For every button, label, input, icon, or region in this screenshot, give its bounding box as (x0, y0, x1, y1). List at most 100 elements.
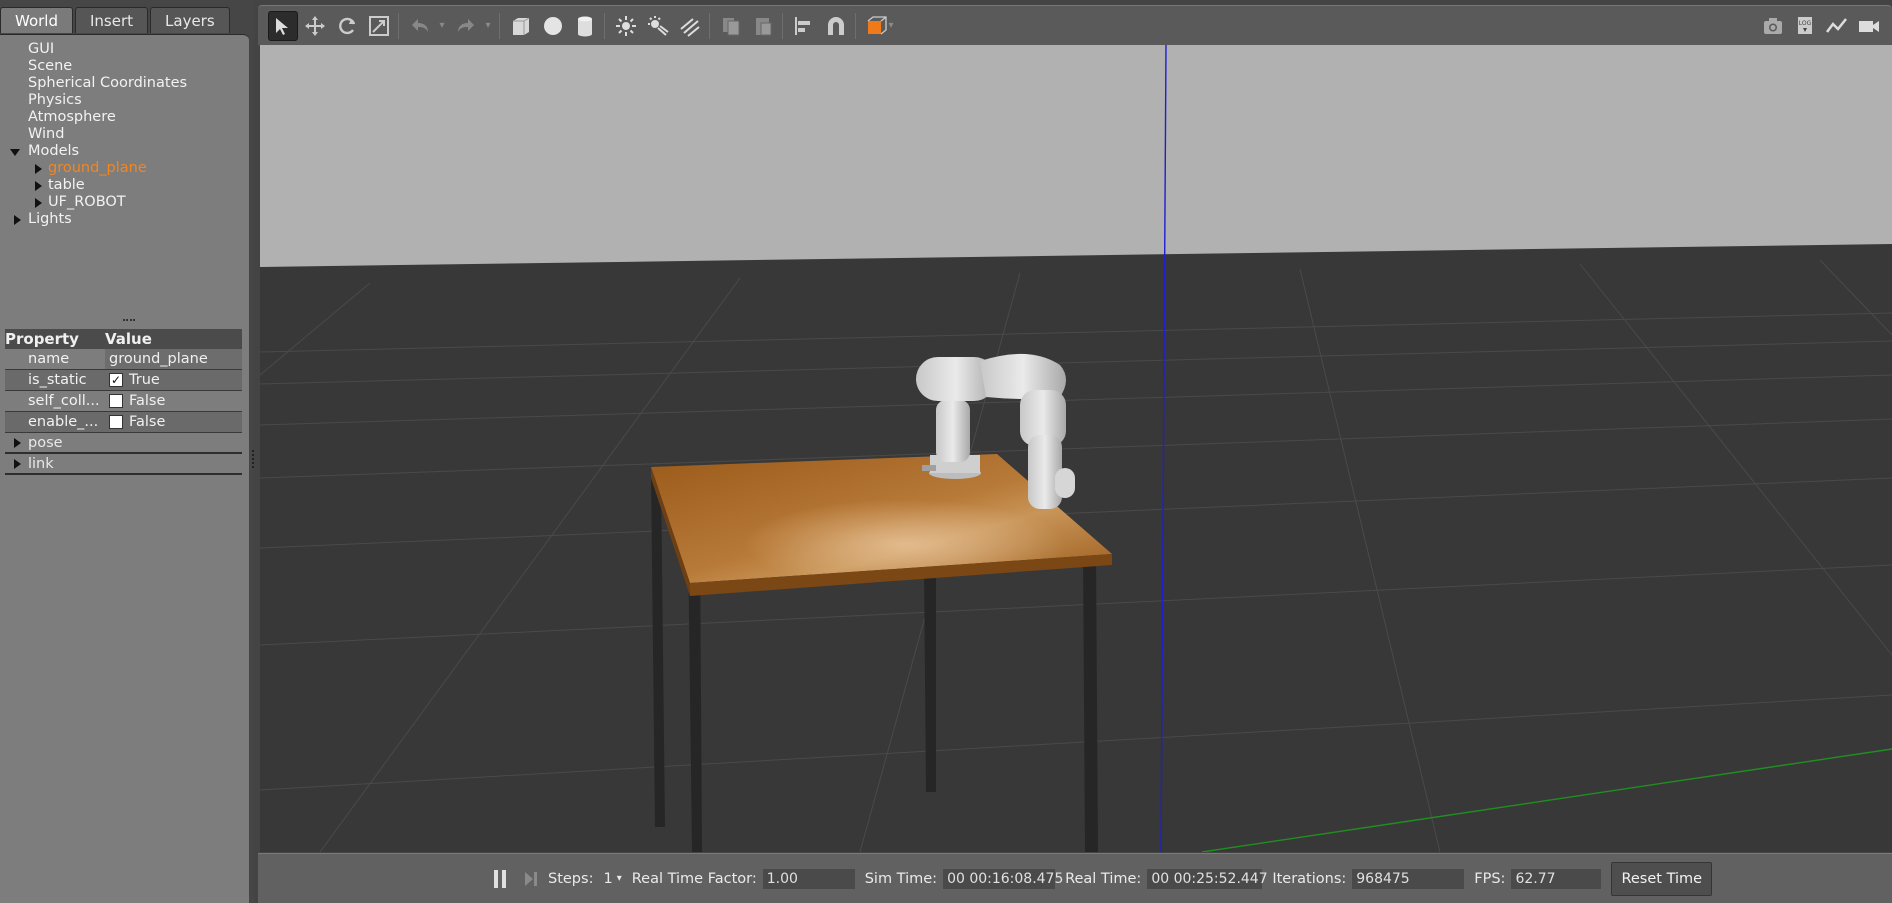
property-name: is_static (5, 370, 105, 390)
video-record-icon[interactable] (1854, 11, 1884, 41)
property-value-text: False (129, 393, 166, 409)
point-light-icon[interactable] (611, 11, 641, 41)
undo-icon[interactable] (405, 11, 435, 41)
chevron-down-icon[interactable]: ▾ (481, 20, 495, 31)
property-value: False (105, 412, 242, 432)
property-value[interactable]: ground_plane (105, 349, 242, 369)
property-value: False (105, 391, 242, 411)
copy-icon[interactable] (716, 11, 746, 41)
3d-viewport[interactable] (260, 45, 1892, 852)
sim-time-label: Sim Time: (864, 870, 938, 887)
left-panel: World Insert Layers GUI Scene Spherical … (0, 0, 254, 903)
header-property: Property (5, 330, 79, 348)
expand-right-icon[interactable] (14, 438, 21, 448)
checkbox-unchecked[interactable] (109, 415, 123, 429)
property-row-self-collide: self_coll... False (5, 391, 242, 412)
tree-item-uf-robot[interactable]: UF_ROBOT (48, 194, 126, 211)
property-row-is-static: is_static ✓ True (5, 370, 242, 391)
tree-item-physics[interactable]: Physics (28, 92, 82, 109)
directional-light-icon[interactable] (675, 11, 705, 41)
tree-item-lights[interactable]: Lights (28, 211, 72, 228)
chevron-down-icon[interactable]: ▾ (435, 20, 449, 31)
expand-right-icon[interactable] (35, 198, 42, 208)
chevron-down-icon[interactable]: ▾ (884, 20, 898, 31)
align-icon[interactable] (789, 11, 819, 41)
toolbar-separator (709, 12, 710, 39)
property-row-name: name ground_plane (5, 349, 242, 370)
steps-value[interactable]: 1 (603, 871, 612, 887)
tree-item-table[interactable]: table (48, 177, 85, 194)
property-table: Property Value name ground_plane is_stat… (5, 329, 242, 475)
redo-icon[interactable] (451, 11, 481, 41)
log-icon[interactable]: LOG (1790, 11, 1820, 41)
expand-right-icon[interactable] (14, 215, 21, 225)
chevron-down-icon[interactable]: ▾ (617, 873, 622, 884)
simulation-status-bar: Steps: 1 ▾ Real Time Factor: 1.00 Sim Ti… (258, 853, 1892, 903)
scene-render (260, 45, 1892, 852)
sim-time-value: 00 00:16:08.475 (943, 868, 1063, 889)
panel-resize-handle[interactable] (252, 450, 256, 468)
tree-item-wind[interactable]: Wind (28, 126, 64, 143)
property-name: self_coll... (5, 391, 105, 411)
tab-layers[interactable]: Layers (150, 7, 230, 33)
steps-label: Steps: (548, 870, 594, 887)
tree-item-ground-plane[interactable]: ground_plane (48, 160, 147, 177)
fps-value: 62.77 (1511, 868, 1602, 889)
property-row-enable-wind: enable_... False (5, 412, 242, 433)
iterations-label: Iterations: (1272, 870, 1347, 887)
iterations-value: 968475 (1352, 868, 1465, 889)
step-forward-icon[interactable] (524, 870, 538, 888)
expand-down-icon[interactable] (10, 149, 20, 156)
real-time-value: 00 00:25:52.447 (1147, 868, 1268, 889)
sphere-icon[interactable] (538, 11, 568, 41)
expand-right-icon[interactable] (35, 181, 42, 191)
screenshot-camera-icon[interactable] (1758, 11, 1788, 41)
fps-label: FPS: (1474, 870, 1506, 887)
property-value-text: False (129, 414, 166, 430)
property-name: name (5, 349, 105, 369)
property-table-header: Property Value (5, 329, 242, 349)
cylinder-icon[interactable] (570, 11, 600, 41)
property-group-label: link (28, 456, 54, 472)
tree-item-atmosphere[interactable]: Atmosphere (28, 109, 116, 126)
toolbar-right-group: LOG (1756, 11, 1884, 41)
plot-icon[interactable] (1822, 11, 1852, 41)
scale-icon[interactable] (364, 11, 394, 41)
tree-item-models[interactable]: Models (28, 143, 79, 160)
tab-world[interactable]: World (0, 7, 73, 33)
toolbar-separator (604, 12, 605, 39)
real-time-factor-label: Real Time Factor: (631, 870, 757, 887)
toolbar-separator (499, 12, 500, 39)
snap-magnet-icon[interactable] (821, 11, 851, 41)
toolbar-separator (782, 12, 783, 39)
tree-item-spherical-coordinates[interactable]: Spherical Coordinates (28, 75, 187, 92)
tab-insert[interactable]: Insert (75, 7, 149, 33)
header-value: Value (105, 330, 152, 348)
splitter-handle[interactable] (123, 319, 135, 321)
property-group-label: pose (28, 435, 63, 451)
translate-icon[interactable] (300, 11, 330, 41)
select-arrow-icon[interactable] (268, 10, 298, 41)
property-name: enable_... (5, 412, 105, 432)
svg-text:LOG: LOG (1799, 20, 1812, 27)
checkbox-unchecked[interactable] (109, 394, 123, 408)
paste-icon[interactable] (748, 11, 778, 41)
spot-light-icon[interactable] (643, 11, 673, 41)
checkbox-checked[interactable]: ✓ (109, 373, 123, 387)
property-value: ✓ True (105, 370, 242, 390)
toolbar-separator (855, 12, 856, 39)
property-value-text: True (129, 372, 160, 388)
property-value-text: ground_plane (109, 351, 208, 367)
property-group-link[interactable]: link (5, 454, 242, 475)
property-group-pose[interactable]: pose (5, 433, 242, 454)
tree-item-gui[interactable]: GUI (28, 41, 54, 58)
expand-right-icon[interactable] (14, 459, 21, 469)
main-toolbar: ▾ ▾ ▾ LOG (258, 5, 1892, 45)
pause-icon[interactable] (494, 869, 508, 888)
rotate-icon[interactable] (332, 11, 362, 41)
expand-right-icon[interactable] (35, 164, 42, 174)
box-icon[interactable] (506, 11, 536, 41)
tree-item-scene[interactable]: Scene (28, 58, 72, 75)
reset-time-button[interactable]: Reset Time (1611, 861, 1713, 896)
real-time-label: Real Time: (1065, 870, 1142, 887)
